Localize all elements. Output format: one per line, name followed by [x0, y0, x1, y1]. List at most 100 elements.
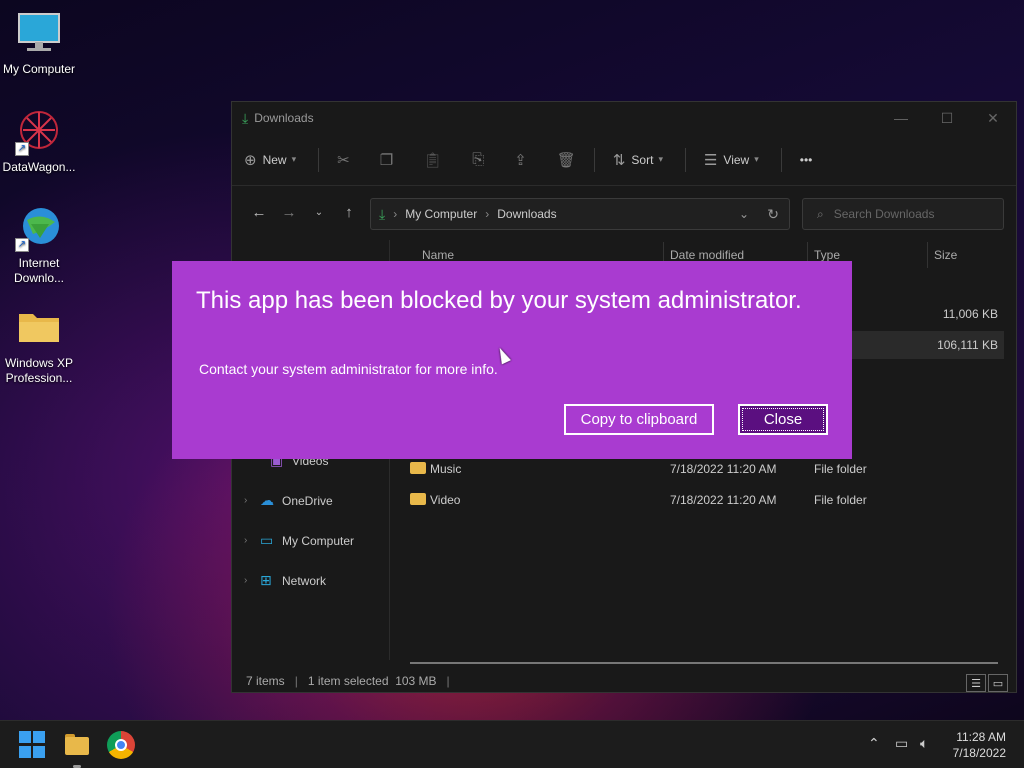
- datawagon-icon: ↗: [15, 108, 63, 156]
- dialog-message: Contact your system administrator for mo…: [199, 361, 498, 377]
- desktop-icon-my-computer[interactable]: My Computer: [0, 10, 79, 77]
- cut-icon[interactable]: ✂: [337, 151, 350, 169]
- folder-icon: [65, 737, 89, 755]
- taskbar: ⌃ ▭ 🔈︎ 11:28 AM 7/18/2022: [0, 720, 1024, 768]
- horizontal-scrollbar[interactable]: [410, 662, 998, 664]
- copy-icon[interactable]: ❐: [380, 151, 393, 169]
- row-size: 106,111 KB: [937, 338, 998, 352]
- delete-icon[interactable]: 🗑︎: [557, 151, 576, 169]
- monitor-icon: [15, 10, 63, 58]
- sidebar-label: OneDrive: [282, 493, 333, 508]
- sidebar-item-onedrive[interactable]: › ☁ OneDrive: [244, 492, 333, 509]
- row-name: Music: [410, 462, 461, 476]
- chrome-taskbar-button[interactable]: [107, 731, 135, 759]
- toolbar-divider: [684, 147, 686, 172]
- minimize-button[interactable]: —: [878, 102, 924, 134]
- globe-download-icon: ↗: [15, 204, 63, 252]
- windows-logo-icon: [19, 731, 31, 743]
- volume-icon[interactable]: 🔈︎: [920, 735, 928, 752]
- desktop-icon-internet-download[interactable]: ↗ Internet Downlo...: [0, 204, 79, 286]
- search-box[interactable]: ⌕ Search Downloads: [802, 198, 1004, 230]
- column-divider: [927, 242, 928, 268]
- new-label: New: [262, 152, 287, 167]
- download-icon: ⤓: [379, 205, 386, 222]
- row-name-text: Music: [430, 462, 462, 476]
- system-clock[interactable]: 11:28 AM 7/18/2022: [953, 729, 1006, 761]
- address-bar[interactable]: ⤓ › My Computer › Downloads ⌄ ↻: [370, 198, 790, 230]
- desktop-icon-label: Internet Downlo...: [13, 256, 65, 285]
- table-row[interactable]: Music 7/18/2022 11:20 AM File folder: [404, 455, 1004, 483]
- search-placeholder: Search Downloads: [833, 207, 935, 221]
- paste-icon[interactable]: 📋︎: [423, 151, 442, 169]
- desktop-icon-label: Windows XP Profession...: [4, 356, 74, 385]
- start-button[interactable]: [19, 731, 47, 759]
- shortcut-arrow-icon: ↗: [15, 142, 29, 156]
- folder-icon: [410, 462, 426, 474]
- window-title: Downloads: [254, 111, 314, 125]
- share-icon[interactable]: ⇪: [514, 151, 527, 169]
- row-date: 7/18/2022 11:20 AM: [670, 493, 777, 507]
- row-type: File folder: [814, 462, 867, 476]
- column-header-date[interactable]: Date modified: [670, 248, 744, 262]
- command-bar: ⊕ New ▾ ✂ ❐ 📋︎ ⎘ ⇪ 🗑︎ ⇅ Sort ▾ ☰ View ▾ …: [232, 134, 1016, 186]
- refresh-icon[interactable]: ↻: [767, 206, 779, 223]
- chevron-right-icon: ›: [244, 575, 248, 586]
- sidebar-item-network[interactable]: › ⊞ Network: [244, 572, 326, 589]
- toolbar-divider: [593, 147, 595, 172]
- back-arrow-icon[interactable]: ←: [244, 204, 274, 221]
- table-row[interactable]: Video 7/18/2022 11:20 AM File folder: [404, 486, 1004, 514]
- plus-icon: ⊕: [244, 151, 257, 169]
- chevron-up-icon[interactable]: ⌃: [868, 735, 880, 752]
- details-view-icon[interactable]: ☰: [966, 674, 986, 692]
- shortcut-arrow-icon: ↗: [15, 238, 29, 252]
- more-options-button[interactable]: •••: [800, 145, 813, 175]
- chevron-down-icon: ▾: [754, 154, 759, 164]
- search-icon: ⌕: [817, 206, 824, 221]
- monitor-icon: ▭: [260, 532, 274, 548]
- selection-info: 1 item selected 103 MB: [307, 674, 437, 688]
- column-header-size[interactable]: Size: [934, 248, 957, 262]
- blocked-app-dialog: This app has been blocked by your system…: [172, 261, 852, 459]
- network-icon[interactable]: ▭: [895, 735, 908, 752]
- close-button[interactable]: Close: [738, 404, 828, 435]
- cloud-icon: ☁: [260, 492, 274, 508]
- desktop-icon-label: My Computer: [2, 62, 76, 76]
- row-type: File folder: [814, 493, 867, 507]
- column-header-type[interactable]: Type: [814, 248, 840, 262]
- recent-chevron-icon[interactable]: ⌄: [304, 207, 334, 218]
- chevron-down-icon: ▾: [658, 154, 663, 164]
- title-bar[interactable]: ⤓ Downloads — ☐ ✕: [232, 102, 1016, 134]
- item-count: 7 items: [246, 674, 285, 688]
- status-divider: |: [446, 674, 450, 688]
- toolbar-divider: [780, 147, 782, 172]
- view-button[interactable]: ☰ View ▾: [704, 145, 759, 175]
- breadcrumb-chevron-icon: ›: [393, 207, 398, 221]
- breadcrumb-my-computer[interactable]: My Computer: [405, 207, 477, 221]
- file-explorer-taskbar-button[interactable]: [63, 731, 91, 768]
- new-button[interactable]: ⊕ New ▾: [244, 145, 296, 175]
- sidebar-label: Network: [282, 573, 327, 588]
- close-window-button[interactable]: ✕: [970, 102, 1016, 134]
- address-dropdown-icon[interactable]: ⌄: [739, 207, 749, 221]
- windows-logo-icon: [33, 746, 45, 758]
- row-date: 7/18/2022 11:20 AM: [670, 462, 777, 476]
- view-icon: ☰: [703, 151, 718, 169]
- chrome-icon: [115, 739, 127, 751]
- sort-button[interactable]: ⇅ Sort ▾: [613, 145, 663, 175]
- desktop-icon-windows-xp[interactable]: Windows XP Profession...: [0, 304, 79, 386]
- view-toggle: ☰ ▭: [964, 674, 1008, 692]
- column-header-name[interactable]: Name: [422, 248, 454, 262]
- up-arrow-icon[interactable]: ↑: [334, 204, 364, 221]
- copy-to-clipboard-button[interactable]: Copy to clipboard: [564, 404, 714, 435]
- breadcrumb-downloads[interactable]: Downloads: [497, 207, 556, 221]
- tiles-view-icon[interactable]: ▭: [988, 674, 1008, 692]
- more-icon: •••: [799, 152, 813, 167]
- folder-icon: [410, 493, 426, 505]
- desktop-icon-datawagon[interactable]: ↗ DataWagon...: [0, 108, 79, 175]
- rename-icon[interactable]: ⎘: [472, 151, 484, 168]
- chevron-down-icon: ▾: [291, 154, 297, 164]
- sidebar-item-my-computer[interactable]: › ▭ My Computer: [244, 532, 354, 549]
- toolbar-divider: [318, 147, 320, 172]
- maximize-button[interactable]: ☐: [924, 102, 970, 134]
- forward-arrow-icon[interactable]: →: [274, 204, 304, 221]
